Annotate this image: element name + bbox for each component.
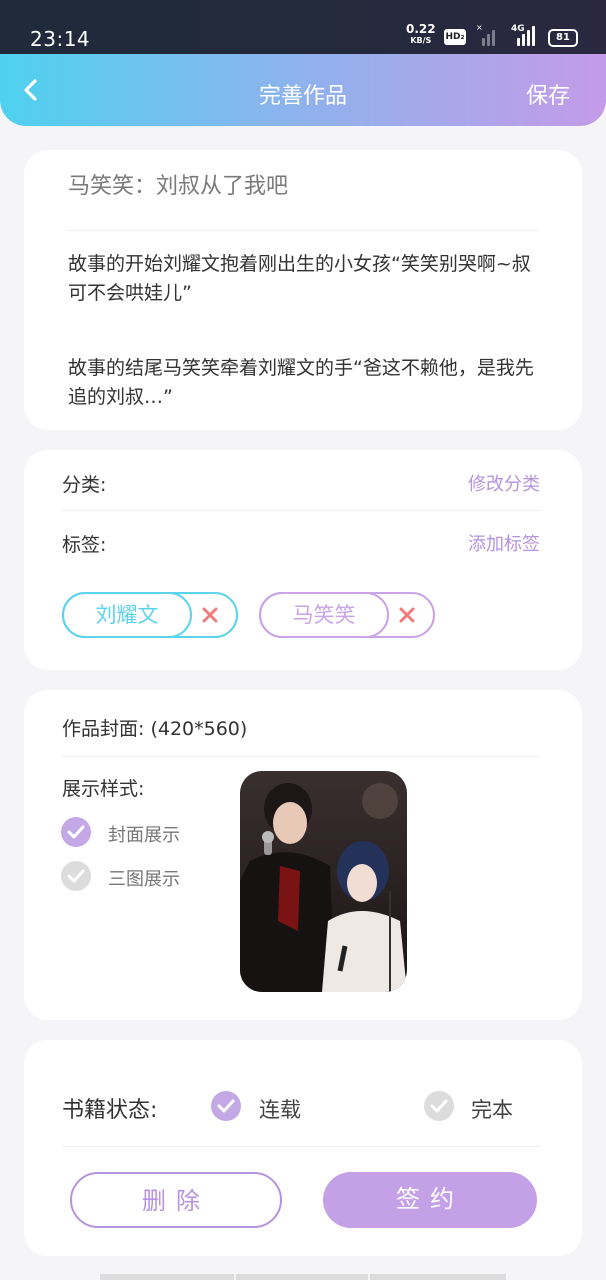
modify-category-button[interactable]: 修改分类	[468, 470, 540, 496]
divider	[62, 510, 540, 511]
app-header: 完善作品 保存	[0, 54, 606, 126]
network-speed: 0.22 KB/S	[406, 22, 436, 45]
book-title-input[interactable]: 马笑笑：刘叔从了我吧	[68, 168, 288, 200]
tag-chip: 刘耀文	[62, 592, 238, 638]
category-label: 分类:	[62, 474, 107, 496]
save-button[interactable]: 保存	[526, 78, 570, 110]
page-title: 完善作品	[258, 84, 347, 109]
sign-button[interactable]: 签约	[323, 1172, 537, 1228]
divider	[68, 230, 538, 231]
status-time: 23:14	[30, 27, 91, 51]
close-icon[interactable]	[202, 607, 218, 623]
status-serializing[interactable]: 连载	[259, 1094, 301, 1124]
divider	[62, 756, 540, 757]
hd-icon: HD₂	[444, 29, 466, 45]
status-completed[interactable]: 完本	[471, 1094, 513, 1124]
description-end[interactable]: 故事的结尾马笑笑牵着刘耀文的手“爸这不赖他，是我先追的刘叔…”	[68, 354, 538, 412]
divider	[62, 1146, 540, 1147]
option-three-image-display[interactable]: 三图展示	[108, 865, 180, 891]
cover-size: (420*560)	[150, 718, 248, 740]
option-cover-display[interactable]: 封面展示	[108, 821, 180, 847]
cover-image[interactable]	[240, 771, 407, 992]
tag-label: 马笑笑	[259, 592, 389, 638]
cover-card: 作品封面: (420*560) 展示样式: 封面展示 三图展示	[24, 690, 582, 1020]
check-icon[interactable]	[61, 817, 91, 847]
navigation-bar	[0, 1274, 606, 1280]
close-icon[interactable]	[399, 607, 415, 623]
tag-chip: 马笑笑	[259, 592, 435, 638]
status-bar: 23:14 0.22 KB/S HD₂ × 4G 81	[0, 0, 606, 56]
book-status-card: 书籍状态: 连载 完本 删除 签约	[24, 1040, 582, 1256]
signal-icon: ×	[476, 24, 498, 46]
delete-button[interactable]: 删除	[70, 1172, 282, 1228]
check-icon[interactable]	[424, 1091, 454, 1121]
cover-label: 作品封面: (420*560)	[62, 718, 248, 740]
check-icon[interactable]	[211, 1091, 241, 1121]
add-tag-button[interactable]: 添加标签	[468, 530, 540, 556]
check-icon[interactable]	[61, 861, 91, 891]
signal-4g-icon: 4G	[509, 24, 539, 46]
display-style-label: 展示样式:	[62, 778, 145, 800]
category-tags-card: 分类: 修改分类 标签: 添加标签 刘耀文 马笑笑	[24, 450, 582, 670]
battery-icon: 81	[548, 29, 578, 47]
status-label: 书籍状态:	[62, 1098, 158, 1123]
tags-label: 标签:	[62, 534, 107, 556]
description-start[interactable]: 故事的开始刘耀文抱着刚出生的小女孩“笑笑别哭啊~叔可不会哄娃儿”	[68, 250, 538, 308]
tag-label: 刘耀文	[62, 592, 192, 638]
book-info-card: 马笑笑：刘叔从了我吧 故事的开始刘耀文抱着刚出生的小女孩“笑笑别哭啊~叔可不会哄…	[24, 150, 582, 430]
